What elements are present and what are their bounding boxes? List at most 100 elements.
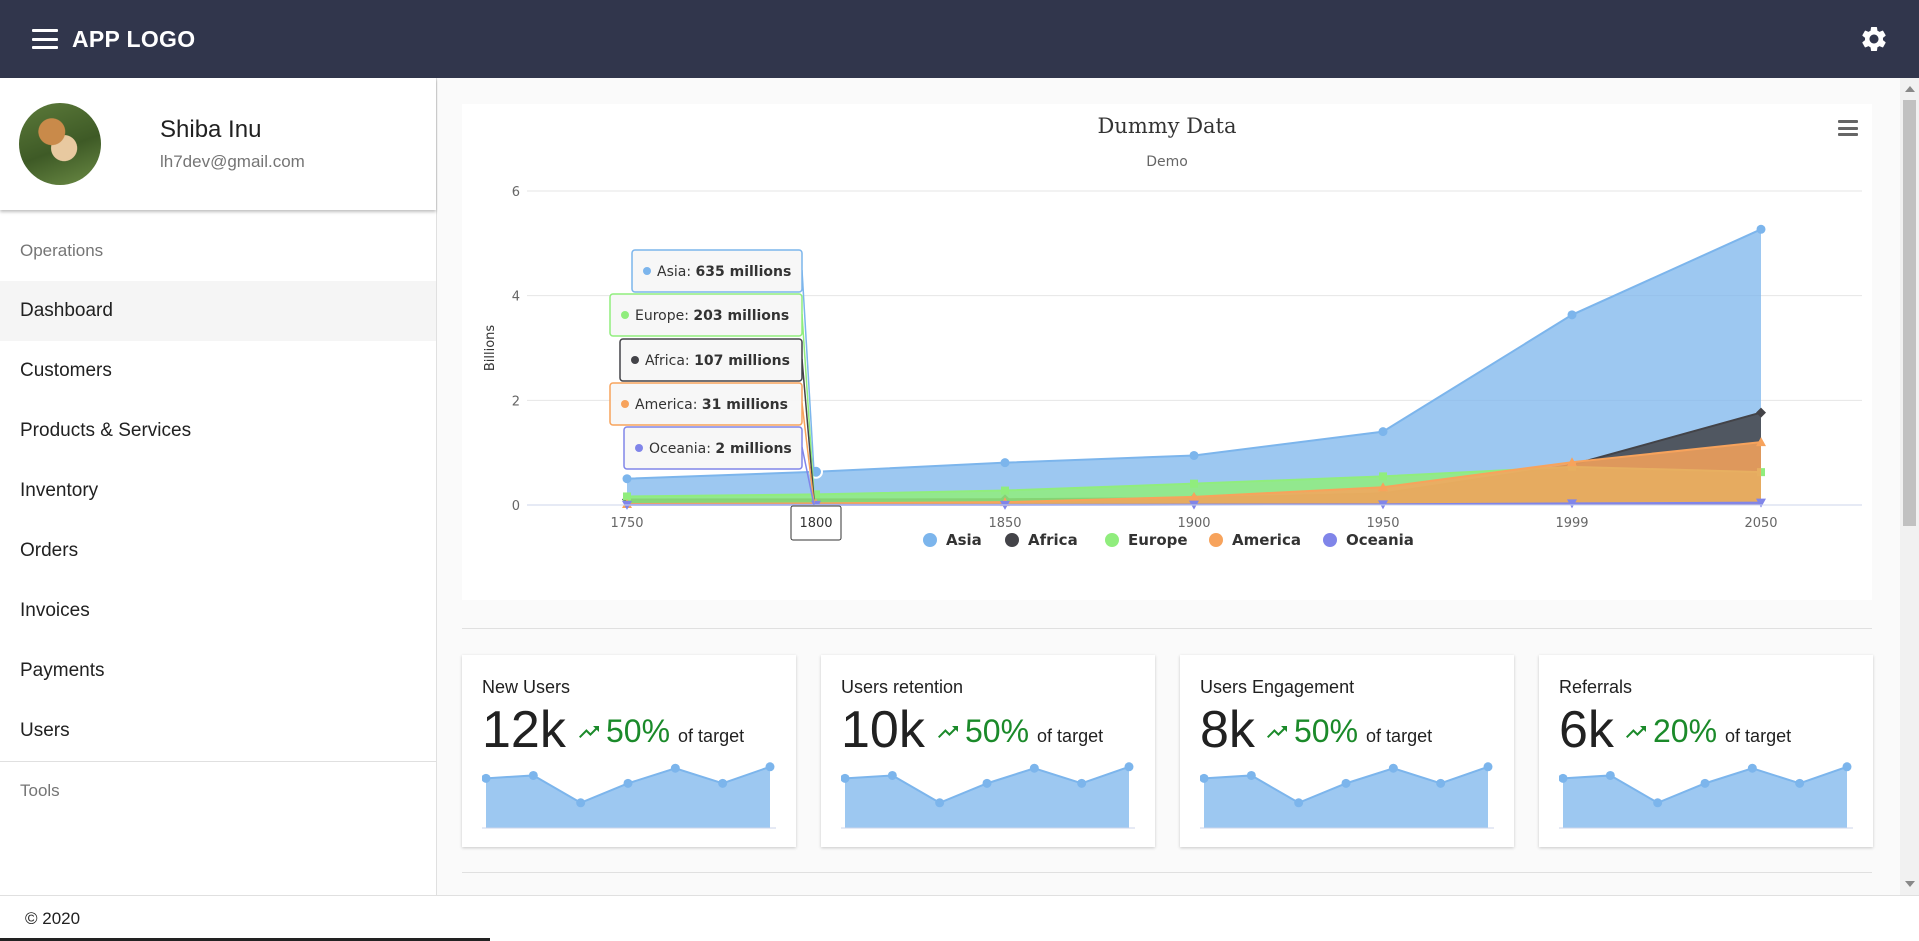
scrollbar-thumb[interactable]	[1903, 100, 1916, 526]
y-tick-label: 6	[512, 185, 520, 200]
sparkline-point	[1700, 778, 1710, 788]
sidebar-item-products-services[interactable]: Products & Services	[0, 401, 436, 461]
sparkline-point	[1795, 778, 1805, 788]
profile-card: Shiba Inu lh7dev@gmail.com	[0, 78, 436, 210]
data-point-europe	[1001, 486, 1009, 495]
x-tick-label: 1950	[1366, 516, 1399, 531]
sparkline-point	[718, 778, 728, 788]
data-point-asia	[1756, 224, 1766, 234]
tooltip-dot-africa	[631, 356, 639, 364]
area-chart: 0 2 4 6 Billions 1750 1800 1850 1900 1950 1999 2050…	[483, 185, 1862, 549]
sidebar-item-invoices[interactable]: Invoices	[0, 581, 436, 641]
sparkline-point	[1747, 763, 1757, 773]
avatar[interactable]	[19, 103, 101, 185]
data-point-asia	[1567, 310, 1577, 320]
sidebar-item-customers[interactable]: Customers	[0, 341, 436, 401]
data-point-asia	[1189, 450, 1199, 460]
legend-item-america: America	[1232, 531, 1301, 549]
stat-card-referrals: Referrals 6k 20% of target	[1539, 655, 1873, 847]
stat-percent: 20%	[1653, 713, 1718, 749]
sparkline-point	[1653, 798, 1663, 808]
section-label-tools: Tools	[20, 781, 60, 800]
footer-copyright: © 2020	[25, 908, 81, 928]
sparkline-point	[1124, 762, 1134, 772]
legend-item-asia: Asia	[946, 531, 982, 549]
sparkline-point	[528, 770, 538, 780]
legend-item-oceania: Oceania	[1346, 531, 1414, 549]
tooltip-connector	[801, 269, 815, 472]
sparkline-point	[1077, 778, 1087, 788]
tooltip-dot-america	[621, 400, 629, 408]
gear-icon[interactable]	[1859, 24, 1889, 54]
stat-of-target: of target	[1366, 726, 1433, 746]
stat-trend: 20% of target	[1621, 713, 1791, 750]
sparkline-point	[887, 770, 897, 780]
chart-card: 0 2 4 6 Billions 1750 1800 1850 1900 1950 1999 2050…	[462, 104, 1872, 600]
sidebar-item-inventory[interactable]: Inventory	[0, 461, 436, 521]
trending-up-icon	[1267, 725, 1287, 738]
sidebar: Shiba Inu lh7dev@gmail.com Operations Da…	[0, 78, 437, 895]
sidebar-item-dashboard[interactable]: Dashboard	[0, 281, 436, 341]
tooltip-dot-europe	[621, 311, 629, 319]
tooltip-connector	[801, 313, 815, 495]
stat-percent: 50%	[606, 713, 671, 749]
sparkline-point	[1294, 798, 1304, 808]
trending-up-icon	[1626, 725, 1646, 738]
main-content: 0 2 4 6 Billions 1750 1800 1850 1900 1950 1999 2050…	[438, 78, 1900, 895]
x-tick-label: 1750	[610, 516, 643, 531]
chart-menu-icon[interactable]	[1838, 120, 1858, 136]
tooltip-text-africa: Africa: 107 millions	[645, 353, 790, 369]
stat-card-users-retention: Users retention 10k 50% of target	[821, 655, 1155, 847]
tooltip-dot-oceania	[635, 444, 643, 452]
content-divider	[462, 628, 1872, 629]
app-logo[interactable]: APP LOGO	[72, 26, 195, 53]
sparkline-point	[576, 798, 586, 808]
sparkline-point	[1029, 763, 1039, 773]
stat-of-target: of target	[1037, 726, 1104, 746]
trending-up-icon	[938, 725, 958, 738]
x-tick-label: 1850	[988, 516, 1021, 531]
top-app-bar: APP LOGO	[0, 0, 1919, 78]
sidebar-item-payments[interactable]: Payments	[0, 641, 436, 701]
hamburger-menu-icon[interactable]	[32, 29, 58, 49]
tooltip-text-america: America: 31 millions	[635, 397, 788, 413]
legend-marker-america	[1209, 533, 1223, 547]
tooltip-text-oceania: Oceania: 2 millions	[649, 441, 792, 457]
chart-subtitle: Demo	[1146, 154, 1188, 170]
sidebar-item-users[interactable]: Users	[0, 701, 436, 761]
legend-marker-oceania	[1323, 533, 1337, 547]
scroll-up-arrow-icon[interactable]	[1905, 86, 1915, 92]
sidebar-item-orders[interactable]: Orders	[0, 521, 436, 581]
sparkline-point	[1341, 778, 1351, 788]
sparkline-point	[1483, 762, 1493, 772]
legend-item-africa: Africa	[1028, 531, 1078, 549]
data-point-europe	[1379, 472, 1387, 481]
sparkline-chart	[482, 762, 776, 829]
stat-label: Users retention	[841, 677, 964, 697]
stat-trend: 50% of target	[574, 713, 744, 750]
sparkline-point	[1388, 763, 1398, 773]
sparkline-point	[1842, 762, 1852, 772]
sparkline-point	[982, 778, 992, 788]
stat-label: New Users	[482, 677, 571, 697]
chart-title: Dummy Data	[1097, 114, 1237, 138]
tooltip-text-asia: Asia: 635 millions	[657, 264, 791, 280]
scroll-down-arrow-icon[interactable]	[1905, 881, 1915, 887]
profile-name: Shiba Inu	[160, 116, 262, 143]
legend-item-europe: Europe	[1128, 531, 1188, 549]
stat-label: Referrals	[1559, 677, 1633, 697]
scrollbar[interactable]	[1900, 78, 1919, 895]
x-tick-label: 1900	[1177, 516, 1210, 531]
section-label-operations: Operations	[20, 241, 104, 260]
sparkline-point	[623, 778, 633, 788]
sparkline-point	[765, 762, 775, 772]
data-point-europe	[1190, 479, 1198, 488]
sparkline-point	[670, 763, 680, 773]
tooltip-dot-asia	[643, 267, 651, 275]
sparkline-point	[1246, 770, 1256, 780]
x-tooltip-label: 1800	[799, 516, 832, 531]
stat-card-users-engagement: Users Engagement 8k 50% of target	[1180, 655, 1514, 847]
sparkline-point	[1436, 778, 1446, 788]
sparkline-chart	[841, 762, 1135, 829]
stat-trend: 50% of target	[1262, 713, 1432, 750]
